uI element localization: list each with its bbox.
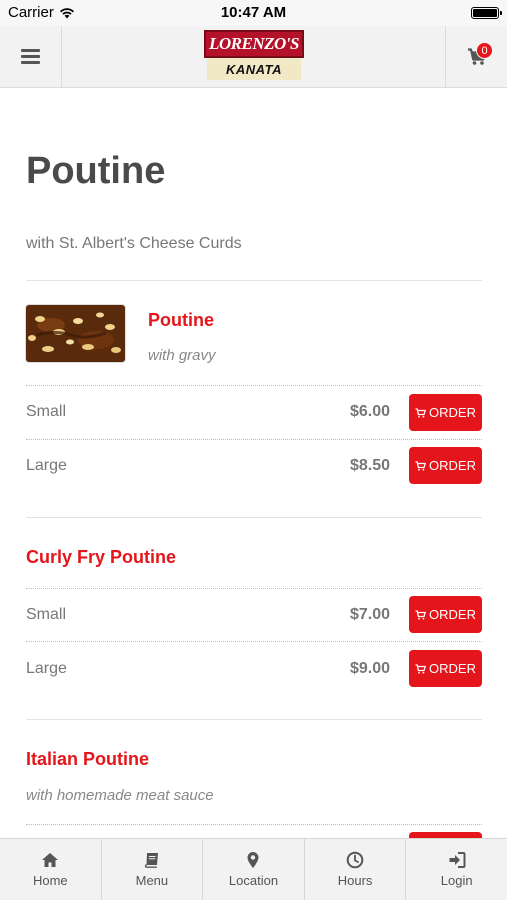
item-name-poutine[interactable]: Poutine [148,310,214,331]
item-description-poutine: with gravy [148,347,216,364]
app-header: LORENZO'S KANATA 0 [0,26,507,88]
order-button-label: ORDER [429,405,476,420]
section-divider [26,280,482,281]
page-subtitle: with St. Albert's Cheese Curds [26,235,242,252]
section-divider [26,517,482,518]
tab-label: Home [32,873,68,888]
book-icon [144,853,158,868]
row-divider [26,385,482,386]
menu-button[interactable] [0,26,62,87]
map-pin-icon [247,852,259,868]
cart-small-icon [415,460,427,471]
tab-label: Hours [337,873,373,888]
order-button-label: ORDER [429,661,476,676]
tab-hours[interactable]: Hours [305,839,407,900]
bottom-tab-bar: Home Menu Location Hours Login [0,838,507,900]
tab-label: Login [440,873,473,888]
restaurant-logo[interactable]: LORENZO'S KANATA [204,30,304,82]
order-button-poutine-large[interactable]: ORDER [409,447,482,484]
price-label: $7.00 [349,606,390,623]
row-divider [26,439,482,440]
cart-button[interactable]: 0 [445,26,507,87]
cart-small-icon [415,407,427,418]
cart-count-badge: 0 [476,42,493,59]
clock-time: 10:47 AM [220,4,287,21]
item-name-curly-fry-poutine[interactable]: Curly Fry Poutine [26,547,176,568]
price-label: $6.00 [349,403,390,420]
page-title: Poutine [26,150,166,192]
row-divider [26,588,482,589]
login-icon [449,852,466,868]
price-label: $8.50 [349,457,390,474]
order-button-label: ORDER [429,607,476,622]
size-label: Small [26,403,67,420]
order-button-poutine-small[interactable]: ORDER [409,394,482,431]
order-button-curly-large[interactable]: ORDER [409,650,482,687]
item-name-italian-poutine[interactable]: Italian Poutine [26,749,149,770]
hamburger-icon [21,49,40,64]
poutine-thumbnail[interactable] [26,305,125,362]
clock-icon [346,851,364,869]
tab-menu[interactable]: Menu [102,839,204,900]
order-button-curly-small[interactable]: ORDER [409,596,482,633]
tab-label: Menu [135,873,169,888]
item-description-italian-poutine: with homemade meat sauce [26,787,214,804]
battery-icon [471,7,502,19]
logo-location: KANATA [226,61,282,77]
size-label: Large [26,457,67,474]
logo-name: LORENZO'S [209,34,299,53]
size-label: Large [26,660,67,677]
price-label: $9.00 [349,660,390,677]
tab-home[interactable]: Home [0,839,102,900]
status-bar: Carrier 10:47 AM [0,0,507,26]
tab-label: Location [228,873,279,888]
size-label: Small [26,606,67,623]
home-icon [42,853,59,867]
tab-location[interactable]: Location [203,839,305,900]
row-divider [26,824,482,825]
order-button-label: ORDER [429,458,476,473]
cart-small-icon [415,609,427,620]
cart-small-icon [415,663,427,674]
section-divider [26,719,482,720]
tab-login[interactable]: Login [406,839,507,900]
row-divider [26,641,482,642]
